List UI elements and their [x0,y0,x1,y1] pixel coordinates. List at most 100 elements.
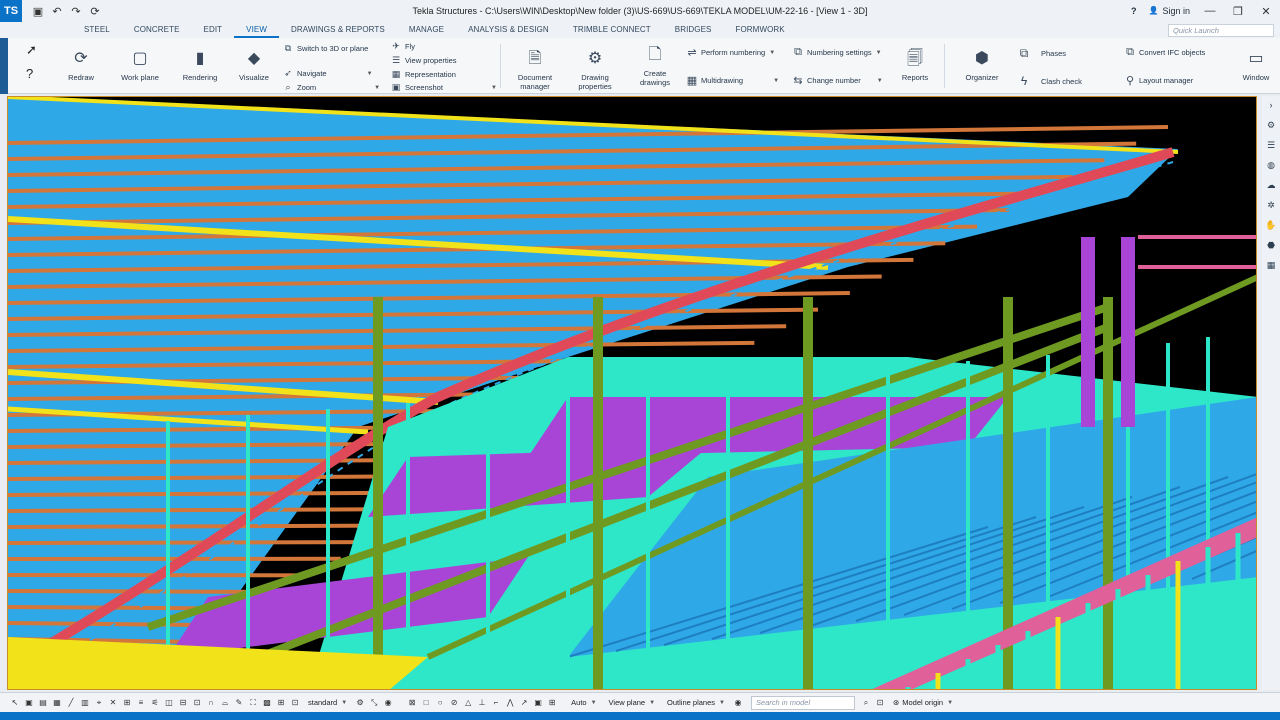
snap-perpendicular-icon[interactable]: ⊥ [475,698,489,707]
perform-numbering-button[interactable]: ⇌ Perform numbering ▼ [686,46,775,59]
create-drawings-button[interactable]: 🗋 Create drawings [632,42,678,87]
snap-ref-icon[interactable]: ⊠ [405,698,419,707]
selection-filter-dropdown[interactable]: standard ▼ [302,698,353,707]
tab-bridges[interactable]: BRIDGES [663,22,724,38]
tab-view[interactable]: VIEW [234,22,280,38]
select-grid-icon[interactable]: ▦ [50,698,64,707]
history-icon[interactable]: ⟳ [89,5,101,18]
catalog-icon[interactable]: ☰ [1267,140,1275,154]
layout-manager-button[interactable]: ⚲ Layout manager [1124,74,1193,87]
globe-icon[interactable]: ◍ [1267,160,1275,174]
properties-icon[interactable]: ⚙ [1267,120,1275,134]
phases-button[interactable]: ⧉ Phases [1018,46,1066,61]
tab-steel[interactable]: STEEL [72,22,122,38]
convert-ifc-button[interactable]: ⧉ Convert IFC objects [1124,46,1205,59]
tab-formwork[interactable]: FORMWORK [724,22,797,38]
visibility-icon[interactable]: ◉ [381,698,395,707]
tab-manage[interactable]: MANAGE [397,22,456,38]
reports-button[interactable]: 🗐 Reports [898,46,932,82]
search-icon[interactable]: ⌕ [859,698,873,708]
tab-concrete[interactable]: CONCRETE [122,22,192,38]
select-parts-icon[interactable]: ▤ [36,698,50,707]
view-properties-button[interactable]: ☰ View properties [390,55,457,66]
redraw-button[interactable]: ⟳ Redraw [64,46,98,82]
select-pour-icon[interactable]: ∩ [204,698,218,707]
grid-icon[interactable]: ▦ [1267,260,1276,274]
representation-button[interactable]: ▦ Representation [390,69,456,80]
snap-settings-icon[interactable]: ⚙ [353,698,367,707]
snap-pick-icon[interactable]: ⤡ [367,698,381,708]
change-number-button[interactable]: ⇆ Change number ▼ [792,74,882,87]
select-icon[interactable]: ↖ [8,698,22,707]
rendering-button[interactable]: ▮ Rendering [178,46,222,82]
multidrawing-button[interactable]: ▦ Multidrawing ▼ [686,74,779,87]
redo-icon[interactable]: ↷ [70,5,82,18]
model-view-3d[interactable] [7,96,1257,690]
select-arrow-icon[interactable]: ➚ [26,42,52,66]
cloud-icon[interactable]: ☁ [1267,180,1276,194]
tab-analysis-design[interactable]: ANALYSIS & DESIGN [456,22,561,38]
side-pane-strip[interactable] [0,38,8,94]
work-plane-button[interactable]: ▢ Work plane [116,46,164,82]
pan-hand-icon[interactable]: ✋ [1265,220,1276,234]
select-component-icon[interactable]: ✎ [232,698,246,707]
navigate-button[interactable]: ➶ Navigate ▼ [282,68,372,79]
document-manager-button[interactable]: 🗎 Document manager [512,46,558,91]
snap-depth-dropdown[interactable]: Auto ▼ [565,698,602,707]
model-search-input[interactable]: Search in model [750,695,855,710]
select-rebar-icon[interactable]: ⊟ [176,698,190,707]
select-cut-icon[interactable]: ≡ [134,698,148,707]
snap-nearest-icon[interactable]: ⋀ [503,698,517,707]
undo-icon[interactable]: ↶ [51,5,63,18]
select-all-icon[interactable]: ▣ [22,698,36,707]
snap-free-icon[interactable]: ⊞ [545,698,559,707]
select-group-icon[interactable]: ▩ [260,698,274,707]
select-reinforcement-icon[interactable]: ⚟ [148,698,162,707]
numbering-settings-button[interactable]: ⧉ Numbering settings ▼ [792,46,882,59]
help-pointer-icon[interactable]: ? [26,66,52,90]
restore-button[interactable]: ❐ [1230,5,1246,18]
zoom-button[interactable]: ⌕ Zoom ▼ [282,82,380,93]
save-icon[interactable]: ▣ [32,5,44,18]
snap-any-icon[interactable]: ▣ [531,698,545,707]
select-bolt-icon[interactable]: ✕ [106,698,120,707]
snap-line-icon[interactable]: ⌐ [489,698,503,707]
select-plane-icon[interactable]: ⌓ [218,698,232,708]
select-reference-icon[interactable]: ⊡ [288,698,302,707]
select-point-icon[interactable]: ⊡ [190,698,204,707]
model-canvas[interactable] [8,97,1257,690]
material-icon[interactable]: ⬣ [1267,240,1275,254]
minimize-button[interactable]: — [1202,5,1218,17]
snap-center-icon[interactable]: ○ [433,698,447,707]
tab-edit[interactable]: EDIT [192,22,235,38]
select-layer-icon[interactable]: ▥ [78,698,92,707]
settings-icon[interactable]: ✲ [1267,200,1275,214]
window-button[interactable]: ▭ Window [1236,46,1276,82]
expand-chevron-icon[interactable]: › [1270,100,1273,114]
select-surface-icon[interactable]: ◫ [162,698,176,707]
snap-geometry-icon[interactable]: □ [419,698,433,707]
fly-button[interactable]: ✈ Fly [390,41,415,52]
visualize-button[interactable]: ◆ Visualize [234,46,274,82]
sign-in-link[interactable]: 👤 Sign in [1149,6,1191,16]
find-icon[interactable]: ⊡ [873,698,887,707]
select-line-icon[interactable]: ╱ [64,698,78,707]
app-logo-icon[interactable]: TS [0,0,22,22]
select-weld-icon[interactable]: ⊞ [120,698,134,707]
tab-drawings-reports[interactable]: DRAWINGS & REPORTS [279,22,397,38]
screenshot-button[interactable]: ▣ Screenshot ▼ [390,82,497,93]
quick-launch-input[interactable]: Quick Launch [1168,24,1274,37]
close-button[interactable]: ✕ [1258,5,1274,18]
switch-3d-button[interactable]: ⧉ Switch to 3D or plane [282,43,369,54]
clash-check-button[interactable]: ϟ Clash check [1018,74,1082,88]
plane-dropdown[interactable]: View plane ▼ [603,698,662,707]
drawing-properties-button[interactable]: ⚙ Drawing properties [572,46,618,91]
organizer-button[interactable]: ⬢ Organizer [960,46,1004,82]
eye-icon[interactable]: ◉ [731,698,745,707]
help-icon[interactable]: ? [1131,6,1137,16]
tab-trimble-connect[interactable]: TRIMBLE CONNECT [561,22,663,38]
outline-planes-dropdown[interactable]: Outline planes ▼ [661,698,731,707]
snap-intersection-icon[interactable]: ⊘ [447,698,461,707]
model-origin-dropdown[interactable]: ⊛ Model origin ▼ [887,698,959,707]
select-assembly-icon[interactable]: ⌖ [92,698,106,708]
